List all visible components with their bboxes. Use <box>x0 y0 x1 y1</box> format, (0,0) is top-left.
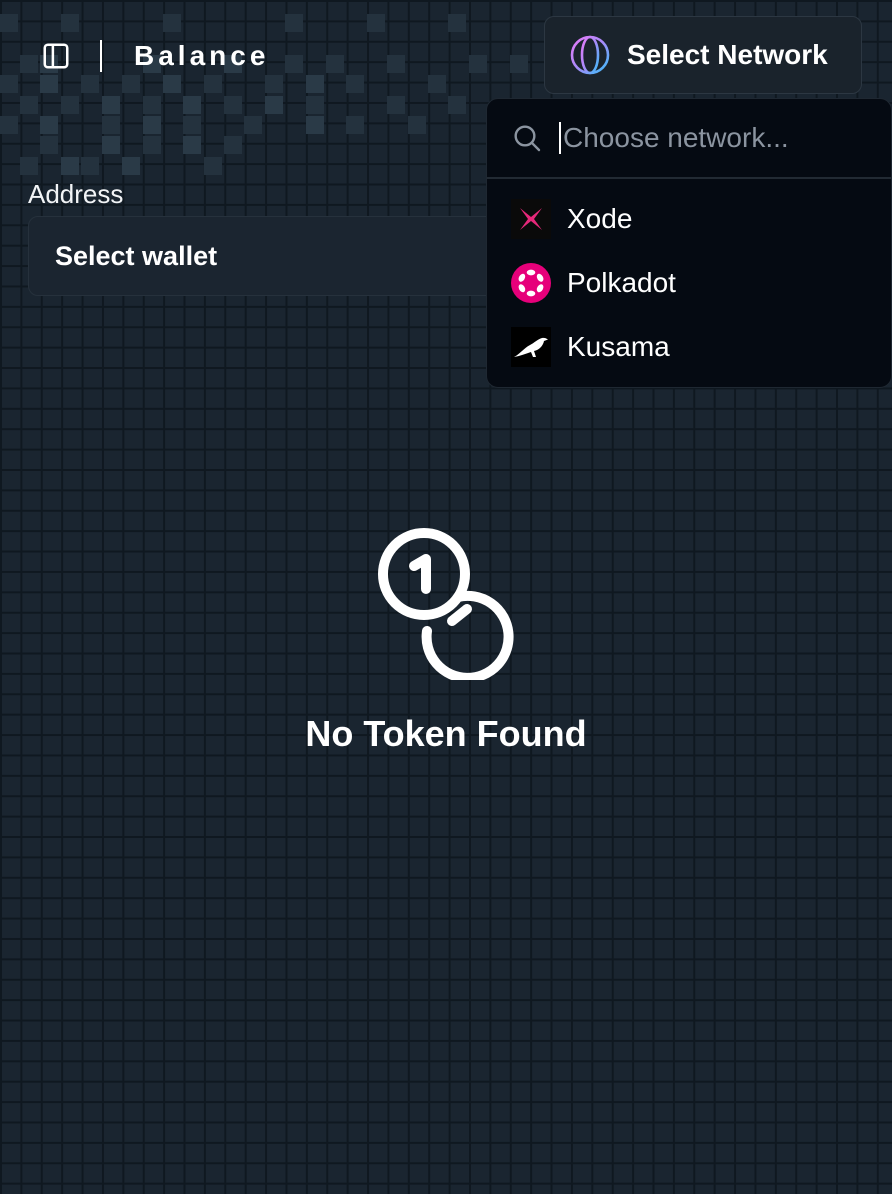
header-divider <box>100 40 102 72</box>
empty-state: No Token Found <box>0 520 892 756</box>
kusama-logo-icon <box>511 327 551 367</box>
network-item-xode[interactable]: Xode <box>487 187 891 251</box>
coins-icon <box>366 520 526 680</box>
page-title: Balance <box>134 40 270 71</box>
wallet-select[interactable]: Select wallet <box>28 216 528 296</box>
network-item-kusama[interactable]: Kusama <box>487 315 891 379</box>
select-network-button[interactable]: Select Network <box>544 16 862 94</box>
polkadot-logo-icon <box>511 263 551 303</box>
network-list: Xode Polkadot Kusama <box>487 179 891 379</box>
network-item-label: Kusama <box>567 331 670 362</box>
app-header: Balance Select Network <box>0 0 892 110</box>
sidebar-toggle-button[interactable] <box>40 40 72 72</box>
network-item-polkadot[interactable]: Polkadot <box>487 251 891 315</box>
network-item-label: Polkadot <box>567 267 676 298</box>
xode-logo-icon <box>511 199 551 239</box>
globe-icon <box>569 34 611 76</box>
network-dropdown: Xode Polkadot <box>486 98 892 388</box>
wallet-select-label: Select wallet <box>55 240 218 271</box>
sidebar-panel-icon <box>43 43 69 69</box>
search-icon <box>511 122 543 154</box>
empty-state-title: No Token Found <box>305 713 587 754</box>
select-network-label: Select Network <box>627 39 828 70</box>
address-label: Address <box>28 179 124 209</box>
network-search-bar <box>487 99 891 179</box>
network-search-input[interactable] <box>559 122 863 154</box>
network-item-label: Xode <box>567 203 633 234</box>
